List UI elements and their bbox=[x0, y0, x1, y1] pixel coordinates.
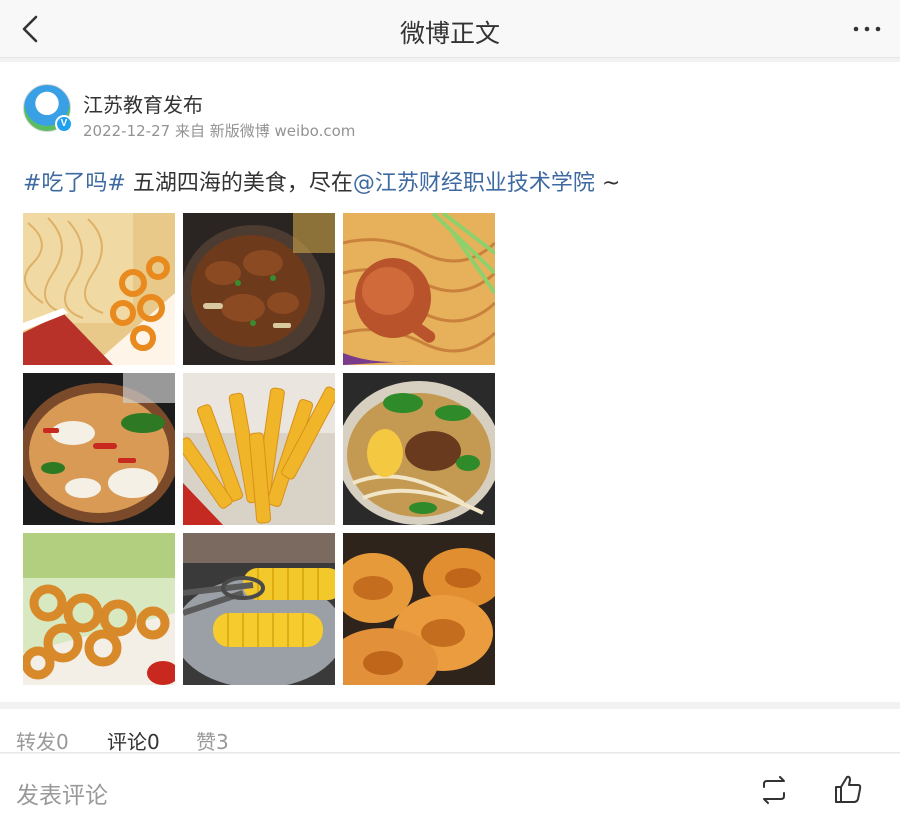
more-dots-icon[interactable] bbox=[852, 18, 882, 40]
mention-link[interactable]: @江苏财经职业技术学院 bbox=[353, 171, 595, 196]
post-card: V 江苏教育发布 2022-12-27 来自 新版微博 weibo.com #吃… bbox=[0, 62, 900, 702]
post-image-5[interactable] bbox=[183, 373, 335, 525]
thumbs-up-icon[interactable] bbox=[833, 774, 863, 804]
repost-icon[interactable] bbox=[758, 776, 790, 804]
like-count-tab[interactable]: 赞3 bbox=[196, 726, 229, 755]
post-image-4[interactable] bbox=[23, 373, 175, 525]
post-body-text: 五湖四海的美食，尽在 bbox=[125, 171, 353, 196]
verified-badge-icon: V bbox=[55, 115, 73, 133]
post-meta: 2022-12-27 来自 新版微博 weibo.com bbox=[83, 122, 356, 140]
post-image-2[interactable] bbox=[183, 213, 335, 365]
post-tail-text: ~ bbox=[594, 171, 621, 196]
repost-count-tab[interactable]: 转发0 bbox=[16, 726, 69, 755]
post-stats-bar: 转发0 评论0 赞3 bbox=[0, 709, 900, 755]
image-grid bbox=[23, 213, 495, 685]
author-name[interactable]: 江苏教育发布 bbox=[83, 89, 203, 118]
comment-count-tab[interactable]: 评论0 bbox=[107, 726, 160, 755]
post-image-1[interactable] bbox=[23, 213, 175, 365]
comment-input[interactable]: 发表评论 bbox=[16, 776, 108, 810]
post-image-9[interactable] bbox=[343, 533, 495, 685]
hashtag-link[interactable]: #吃了吗# bbox=[23, 171, 126, 196]
post-image-8[interactable] bbox=[183, 533, 335, 685]
post-image-7[interactable] bbox=[23, 533, 175, 685]
avatar[interactable]: V bbox=[23, 84, 73, 133]
post-image-6[interactable] bbox=[343, 373, 495, 525]
comment-composer: 发表评论 bbox=[0, 754, 900, 813]
page-title: 微博正文 bbox=[399, 19, 500, 48]
post-text: #吃了吗# 五湖四海的美食，尽在@江苏财经职业技术学院 ~ bbox=[23, 165, 620, 197]
top-bar: 微博正文 bbox=[0, 0, 900, 58]
post-image-3[interactable] bbox=[343, 213, 495, 365]
